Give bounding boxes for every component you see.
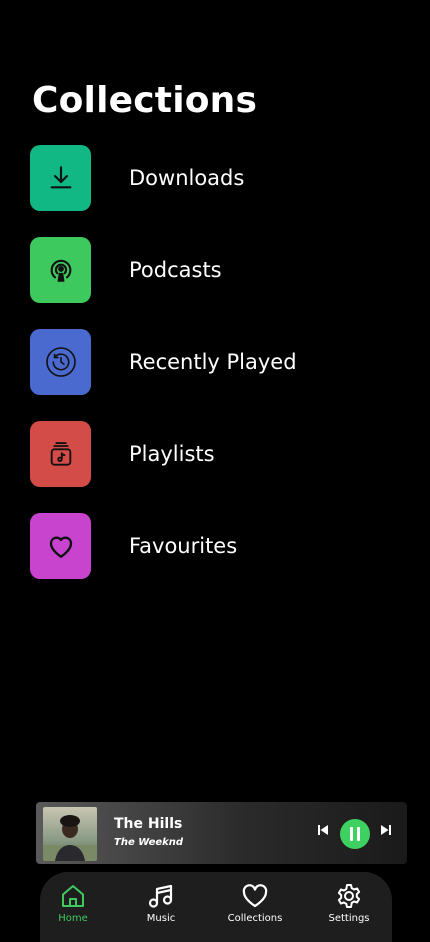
song-title: The Hills: [114, 816, 183, 832]
podcast-icon: [50, 259, 71, 282]
podcasts-tile: [30, 237, 91, 303]
tab-music[interactable]: Music: [121, 882, 201, 924]
favourites-tile: [30, 513, 91, 579]
pause-icon: [348, 827, 362, 841]
collection-item-podcasts[interactable]: Podcasts: [30, 237, 410, 303]
playlist-icon: [50, 442, 71, 466]
tab-label-home: Home: [58, 913, 88, 924]
collection-label-favourites: Favourites: [129, 534, 238, 558]
downloads-tile: [30, 145, 91, 211]
collection-label-downloads: Downloads: [129, 166, 245, 190]
music-icon: [148, 884, 173, 908]
tab-label-settings: Settings: [328, 913, 370, 924]
mini-player[interactable]: The Hills The Weeknd: [36, 802, 407, 864]
skip-next-icon[interactable]: [378, 822, 394, 838]
heart-icon: [49, 536, 72, 558]
collection-item-favourites[interactable]: Favourites: [30, 513, 410, 579]
collection-label-playlists: Playlists: [129, 442, 215, 466]
recently-played-tile: [30, 329, 91, 395]
artist-name: The Weeknd: [114, 837, 184, 848]
tab-home[interactable]: Home: [33, 882, 113, 924]
skip-previous-icon[interactable]: [315, 822, 331, 838]
gear-icon: [337, 884, 361, 908]
home-icon: [62, 885, 84, 907]
playlists-tile: [30, 421, 91, 487]
tab-label-music: Music: [146, 913, 176, 924]
tab-label-collections: Collections: [227, 913, 283, 924]
pause-button[interactable]: [340, 819, 370, 849]
collection-item-recently-played[interactable]: Recently Played: [30, 329, 410, 395]
download-icon: [50, 166, 71, 189]
collection-label-recently-played: Recently Played: [129, 350, 297, 374]
collection-label-podcasts: Podcasts: [129, 258, 222, 282]
collection-item-downloads[interactable]: Downloads: [30, 145, 410, 211]
tab-settings[interactable]: Settings: [309, 882, 389, 924]
tab-collections[interactable]: Collections: [215, 882, 295, 924]
heart-icon: [242, 884, 268, 908]
page-title: Collections: [32, 80, 258, 121]
history-icon: [45, 347, 76, 377]
album-art: [43, 807, 97, 861]
collection-item-playlists[interactable]: Playlists: [30, 421, 410, 487]
